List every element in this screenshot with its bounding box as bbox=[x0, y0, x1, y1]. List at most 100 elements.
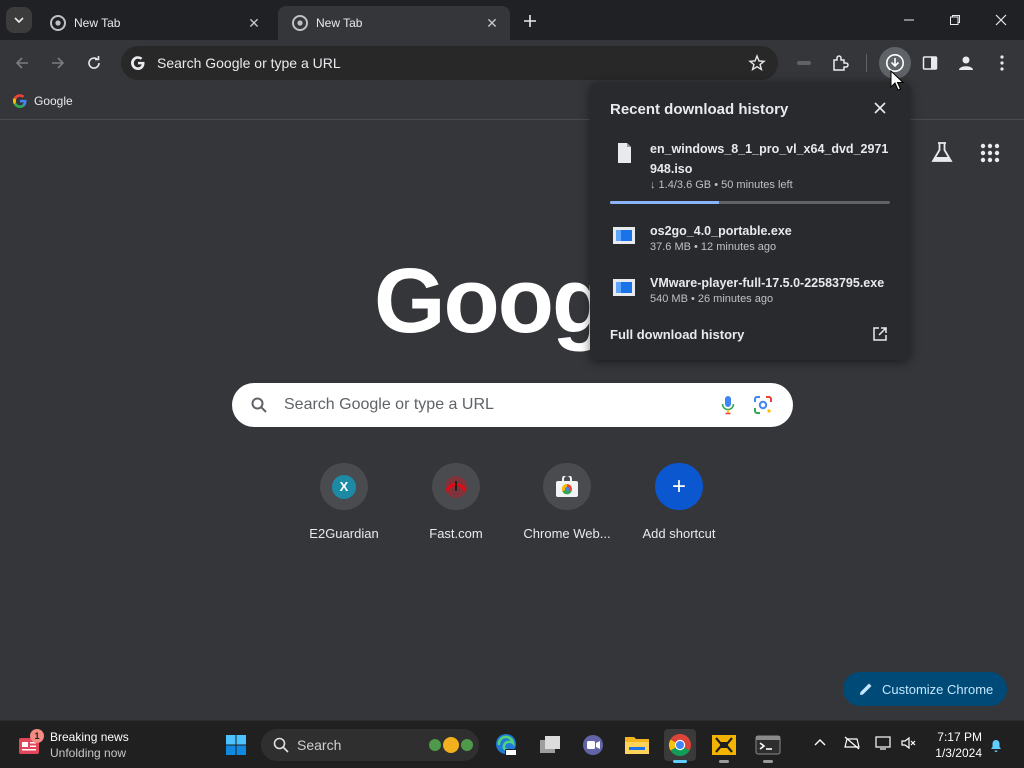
tab-new-tab-2[interactable]: New Tab ✕ bbox=[278, 6, 510, 40]
taskbar-chrome[interactable] bbox=[664, 729, 696, 763]
exe-icon bbox=[613, 279, 635, 296]
active-indicator bbox=[673, 760, 687, 763]
customize-chrome-button[interactable]: Customize Chrome bbox=[843, 672, 1007, 706]
forward-button[interactable] bbox=[45, 50, 71, 76]
taskbar-teams[interactable] bbox=[577, 729, 609, 761]
download-status: 540 MB • 26 minutes ago bbox=[650, 293, 774, 305]
profile-button[interactable] bbox=[953, 50, 979, 76]
start-button[interactable] bbox=[220, 729, 252, 761]
profile-avatar-icon bbox=[959, 56, 973, 70]
plus-icon: + bbox=[655, 463, 703, 510]
taskbar-task-view[interactable] bbox=[534, 729, 566, 761]
download-filename: os2go_4.0_portable.exe bbox=[650, 224, 792, 238]
edge-icon bbox=[496, 734, 517, 756]
network-disabled-icon[interactable] bbox=[843, 735, 861, 751]
windows-logo-icon bbox=[226, 735, 246, 755]
taskbar-search-label: Search bbox=[297, 737, 342, 753]
taskbar-file-explorer[interactable] bbox=[621, 729, 653, 761]
download-item[interactable]: os2go_4.0_portable.exe 37.6 MB • 12 minu… bbox=[610, 221, 890, 257]
bookmark-star-icon[interactable] bbox=[748, 54, 766, 72]
tab-search-button[interactable] bbox=[6, 7, 32, 33]
news-icon: 1 bbox=[16, 729, 44, 758]
minimize-button[interactable] bbox=[897, 8, 921, 32]
minimized-extension[interactable] bbox=[791, 50, 817, 76]
notification-bell-icon[interactable] bbox=[988, 737, 1004, 753]
side-panel-button[interactable] bbox=[917, 50, 943, 76]
chevron-up-icon[interactable] bbox=[812, 735, 828, 751]
download-progress-bar bbox=[610, 201, 890, 204]
forward-arrow-icon bbox=[52, 57, 65, 69]
download-status: ↓ 1.4/3.6 GB • 50 minutes left bbox=[650, 179, 793, 191]
extensions-button[interactable] bbox=[827, 50, 853, 76]
toolbar: Search Google or type a URL bbox=[0, 40, 1024, 86]
bookmark-google[interactable]: Google bbox=[12, 93, 73, 109]
tab-new-tab-1[interactable]: New Tab ✕ bbox=[36, 6, 272, 40]
google-logo: Goog bbox=[374, 250, 608, 352]
shortcut-add[interactable]: + Add shortcut bbox=[623, 461, 735, 541]
toolbar-divider bbox=[866, 54, 867, 72]
fast-com-logo bbox=[445, 475, 467, 498]
tab-title: New Tab bbox=[74, 16, 121, 30]
download-filename: en_windows_8_1_pro_vl_x64_dvd_2971948.is… bbox=[650, 142, 889, 176]
clock-time: 7:17 PM bbox=[937, 730, 982, 744]
taskbar-edge-beta[interactable] bbox=[490, 729, 522, 761]
reload-button[interactable] bbox=[81, 50, 107, 76]
address-bar[interactable]: Search Google or type a URL bbox=[121, 46, 778, 80]
chrome-labs-button[interactable] bbox=[928, 139, 956, 167]
close-icon[interactable] bbox=[872, 100, 888, 116]
google-g-icon bbox=[13, 94, 27, 109]
news-widget[interactable]: 1 Breaking news Unfolding now bbox=[16, 729, 129, 761]
download-item[interactable]: en_windows_8_1_pro_vl_x64_dvd_2971948.is… bbox=[610, 139, 890, 199]
omnibox-placeholder: Search Google or type a URL bbox=[157, 55, 341, 71]
teams-chat-icon bbox=[583, 735, 603, 755]
back-button[interactable] bbox=[9, 50, 35, 76]
google-apps-button[interactable] bbox=[976, 139, 1004, 167]
mouse-cursor-icon bbox=[890, 70, 904, 91]
downloads-title: Recent download history bbox=[610, 101, 789, 118]
browser-window: New Tab ✕ New Tab ✕ Search Google or typ… bbox=[0, 0, 1024, 720]
chevron-down-icon bbox=[14, 17, 24, 24]
side-panel-icon bbox=[922, 56, 938, 70]
open-external-icon[interactable] bbox=[872, 326, 888, 342]
microphone-icon[interactable] bbox=[721, 395, 735, 415]
terminal-icon bbox=[755, 735, 781, 755]
task-view-icon bbox=[540, 736, 560, 753]
plus-glyph: + bbox=[671, 472, 686, 500]
shortcut-label: Add shortcut bbox=[642, 526, 716, 541]
close-window-button[interactable] bbox=[989, 8, 1013, 32]
download-filename: VMware-player-full-17.5.0-22583795.exe bbox=[650, 276, 885, 290]
shortcut-e2guardian[interactable]: X E2Guardian bbox=[288, 461, 400, 541]
new-tab-button[interactable] bbox=[518, 9, 542, 33]
news-title: Breaking news bbox=[50, 730, 129, 744]
clock-date: 1/3/2024 bbox=[935, 746, 982, 760]
bookmark-label: Google bbox=[34, 94, 73, 108]
chrome-icon bbox=[292, 15, 308, 31]
reload-icon bbox=[88, 56, 100, 69]
chrome-menu-button[interactable] bbox=[989, 50, 1015, 76]
pencil-icon bbox=[860, 683, 872, 695]
full-download-history-link[interactable]: Full download history bbox=[610, 327, 744, 342]
google-lens-icon[interactable] bbox=[753, 395, 773, 415]
close-tab-icon[interactable]: ✕ bbox=[246, 15, 262, 31]
file-icon bbox=[618, 143, 631, 163]
speaker-muted-icon[interactable] bbox=[900, 735, 918, 751]
clock[interactable]: 7:17 PM 1/3/2024 bbox=[928, 729, 982, 761]
taskbar-search[interactable]: Search bbox=[261, 729, 479, 761]
downloads-bubble: Recent download history en_windows_8_1_p… bbox=[590, 82, 910, 360]
e2guardian-icon: X bbox=[320, 463, 368, 510]
ntp-search-box[interactable]: Search Google or type a URL bbox=[232, 383, 793, 427]
download-item[interactable]: VMware-player-full-17.5.0-22583795.exe 5… bbox=[610, 273, 890, 309]
taskbar-vmware[interactable] bbox=[708, 729, 740, 763]
taskbar-terminal[interactable] bbox=[752, 729, 784, 763]
restore-button[interactable] bbox=[943, 8, 967, 32]
shortcut-chrome-web-store[interactable]: Chrome Web... bbox=[511, 461, 623, 541]
exe-icon bbox=[613, 227, 635, 244]
tab-strip: New Tab ✕ New Tab ✕ bbox=[0, 0, 1024, 40]
display-icon[interactable] bbox=[875, 735, 893, 751]
shortcut-label: Chrome Web... bbox=[523, 526, 611, 541]
shortcut-fast-com[interactable]: Fast.com bbox=[400, 461, 512, 541]
close-x-icon bbox=[874, 102, 886, 114]
close-tab-icon[interactable]: ✕ bbox=[484, 15, 500, 31]
back-arrow-icon bbox=[15, 57, 28, 69]
minimize-icon bbox=[904, 19, 914, 21]
